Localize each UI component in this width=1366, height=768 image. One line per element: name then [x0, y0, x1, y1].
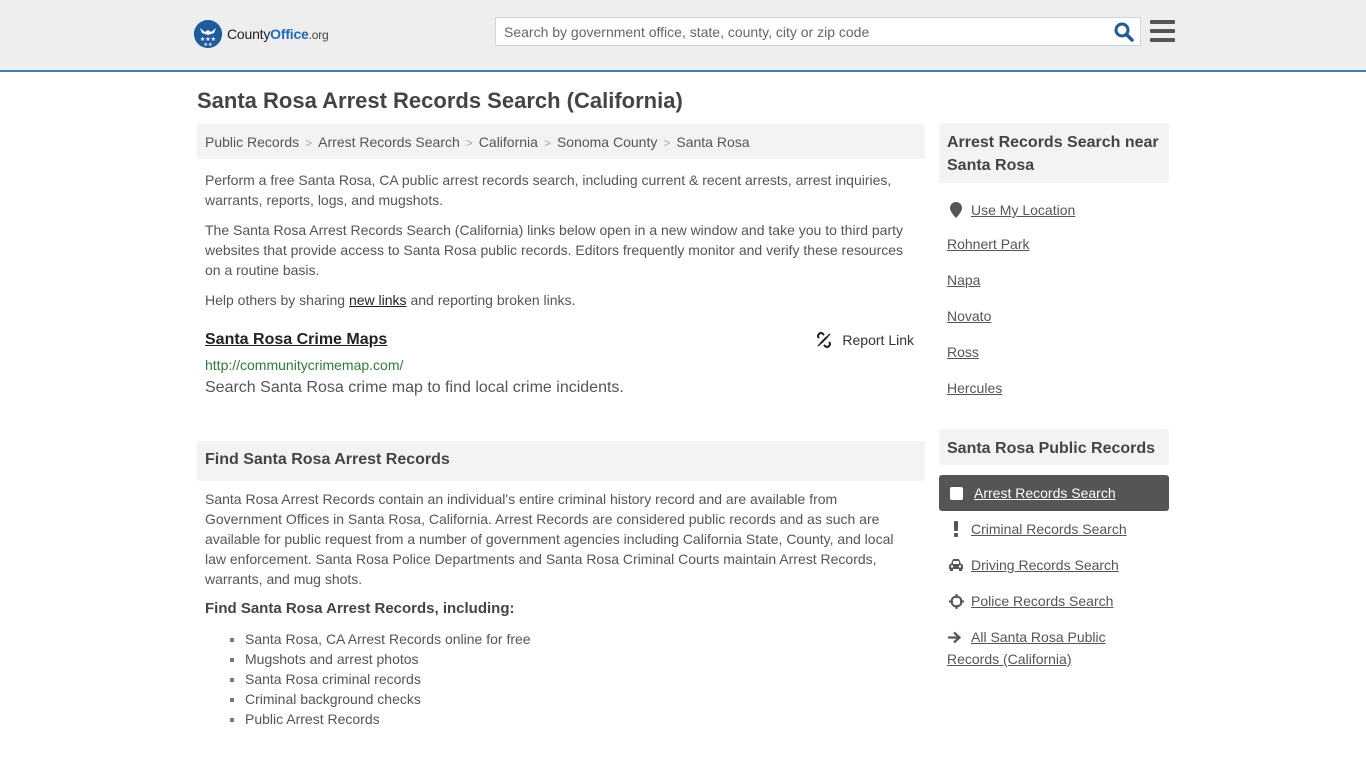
site-logo[interactable]: ★★★ ★★ CountyOffice.org	[194, 20, 329, 48]
search-input[interactable]	[496, 18, 1106, 45]
result-title-link[interactable]: Santa Rosa Crime Maps	[205, 331, 387, 349]
public-records-heading: Santa Rosa Public Records	[939, 429, 1169, 465]
nearby-heading: Arrest Records Search near Santa Rosa	[939, 123, 1169, 183]
breadcrumb: Public Records > Arrest Records Search > Cal…	[197, 124, 925, 159]
nearby-city-link[interactable]: Hercules	[947, 380, 1002, 396]
use-my-location[interactable]: Use My Location	[947, 200, 1075, 220]
section-body: Santa Rosa Arrest Records contain an ind…	[205, 491, 894, 587]
result-url: http://communitycrimemap.com/	[205, 357, 404, 373]
breadcrumb-separator: >	[663, 136, 671, 150]
breadcrumb-separator: >	[465, 136, 473, 150]
site-header: ★★★ ★★ CountyOffice.org	[0, 0, 1366, 72]
share-text-after: and reporting broken links.	[406, 292, 576, 308]
result-item: Santa Rosa Crime Maps Report Link http:/…	[205, 330, 917, 396]
new-links-link[interactable]: new links	[349, 292, 407, 308]
breadcrumb-item[interactable]: California	[479, 134, 538, 150]
svg-text:★★: ★★	[204, 42, 213, 48]
nearby-city-link[interactable]: Novato	[947, 308, 991, 324]
logo-text: CountyOffice.org	[227, 26, 329, 42]
all-public-records-link[interactable]: All Santa Rosa Public Records (Californi…	[947, 629, 1106, 667]
report-link-label: Report Link	[842, 332, 914, 348]
share-text: Help others by sharing new links and rep…	[205, 290, 917, 310]
use-my-location-link[interactable]: Use My Location	[971, 200, 1075, 220]
eagle-badge-icon: ★★★ ★★	[194, 20, 222, 48]
sidebar-item-label[interactable]: Driving Records Search	[971, 555, 1119, 575]
car-icon	[947, 555, 965, 575]
list-item: Santa Rosa criminal records	[227, 669, 531, 689]
crosshair-icon	[947, 591, 965, 611]
exclamation-icon	[947, 519, 965, 539]
intro-text: Perform a free Santa Rosa, CA public arr…	[205, 172, 892, 208]
sidebar-item-label[interactable]: Criminal Records Search	[971, 519, 1127, 539]
nearby-city-link[interactable]: Rohnert Park	[947, 236, 1029, 252]
list-item: Mugshots and arrest photos	[227, 649, 531, 669]
result-description: Search Santa Rosa crime map to find loca…	[205, 379, 624, 396]
broken-link-icon	[817, 332, 832, 348]
records-list: Santa Rosa, CA Arrest Records online for…	[227, 629, 531, 729]
share-text-before: Help others by sharing	[205, 292, 349, 308]
page-title: Santa Rosa Arrest Records Search (Califo…	[197, 88, 683, 113]
list-item: Criminal background checks	[227, 689, 531, 709]
nearby-city-link[interactable]: Ross	[947, 344, 979, 360]
breadcrumb-item[interactable]: Arrest Records Search	[318, 134, 460, 150]
sidebar-item-arrest-records[interactable]: Arrest Records Search	[939, 475, 1169, 511]
section-heading: Find Santa Rosa Arrest Records	[197, 441, 925, 481]
section-subheading: Find Santa Rosa Arrest Records, includin…	[205, 600, 515, 617]
search-icon[interactable]	[1114, 22, 1134, 42]
list-item: Santa Rosa, CA Arrest Records online for…	[227, 629, 531, 649]
nearby-city-link[interactable]: Napa	[947, 272, 980, 288]
square-icon	[950, 486, 963, 500]
sidebar-item-label[interactable]: Police Records Search	[971, 591, 1113, 611]
sidebar-item-police-records[interactable]: Police Records Search	[947, 591, 1113, 611]
breadcrumb-item[interactable]: Sonoma County	[557, 134, 657, 150]
sidebar-item-driving-records[interactable]: Driving Records Search	[947, 555, 1119, 575]
report-link-button[interactable]: Report Link	[816, 332, 914, 348]
breadcrumb-item[interactable]: Public Records	[205, 134, 299, 150]
breadcrumb-item[interactable]: Santa Rosa	[676, 134, 749, 150]
list-item: Public Arrest Records	[227, 709, 531, 729]
hamburger-menu-icon[interactable]	[1150, 20, 1175, 42]
breadcrumb-separator: >	[543, 136, 551, 150]
arrow-right-icon	[947, 629, 965, 649]
map-marker-icon	[947, 200, 965, 220]
search-box	[495, 17, 1141, 46]
sidebar-item-criminal-records[interactable]: Criminal Records Search	[947, 519, 1127, 539]
sidebar-item-label[interactable]: Arrest Records Search	[974, 485, 1116, 501]
disclaimer-text: The Santa Rosa Arrest Records Search (Ca…	[205, 222, 904, 278]
breadcrumb-separator: >	[305, 136, 313, 150]
all-public-records[interactable]: All Santa Rosa Public Records (Californi…	[947, 627, 1147, 669]
